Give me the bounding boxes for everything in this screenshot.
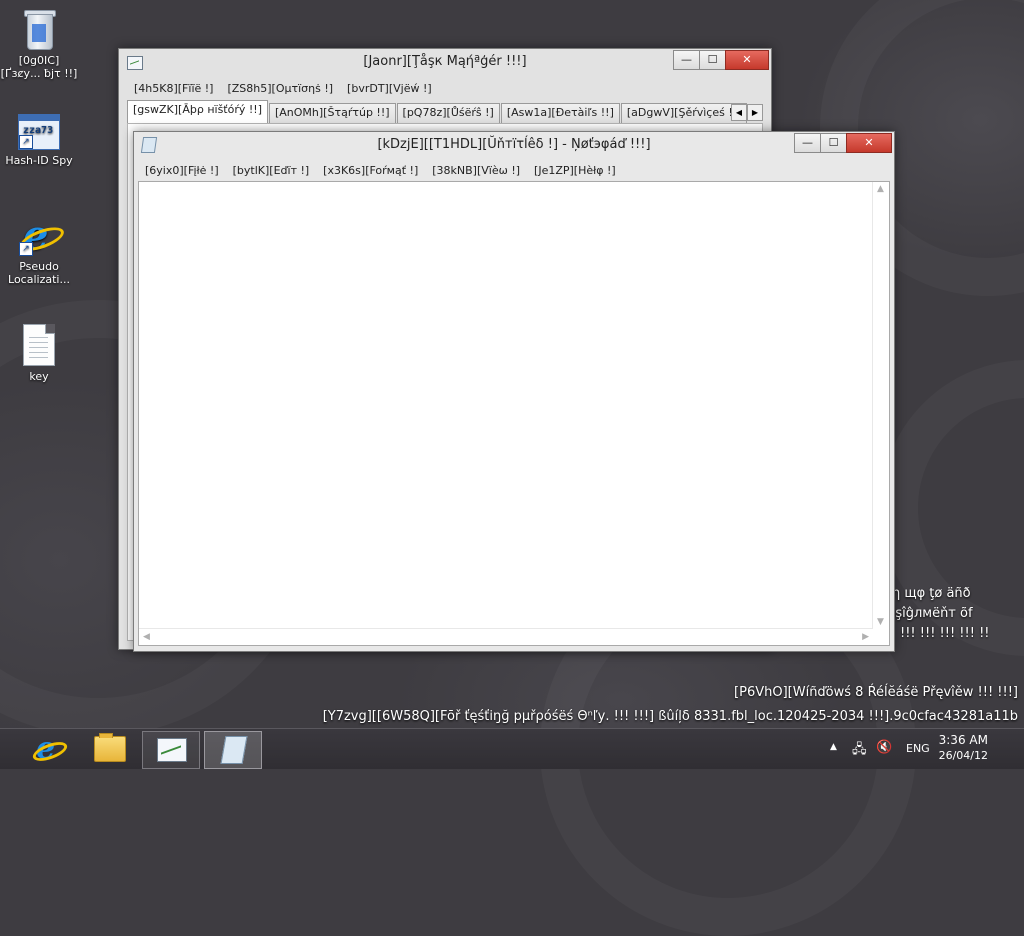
recycle-bin-icon xyxy=(22,6,56,50)
background-text-line: øη щφ ţø äñð xyxy=(884,586,971,601)
input-language[interactable]: ENG xyxy=(906,742,930,755)
notepad-text-area[interactable]: ▲ ▼ ◀ ▶ xyxy=(138,181,890,646)
build-watermark-line-2: [Y7zvg][[6W58Q][Fōř ťęśťiŋğ pµřρóśëś Θⁿľ… xyxy=(322,709,1018,724)
tab-startup[interactable]: [AnOMh][Šτąŕτúр !!] xyxy=(268,103,396,123)
hash-id-spy-icon: zza73 ↗ xyxy=(18,114,60,150)
tab-app-history[interactable]: [gswZK][Āþρ нїšťóŕý !!] xyxy=(127,100,268,123)
menu-help[interactable]: [Je1ZP][Hèłφ !] xyxy=(527,164,623,177)
clock-time: 3:36 AM xyxy=(938,733,988,747)
clock-date: 26/04/12 xyxy=(938,749,988,762)
internet-explorer-icon: e ↗ xyxy=(17,216,67,256)
internet-explorer-icon: e xyxy=(30,733,70,765)
window-title: [kDzjE][[T1HDL][Ŭňтїτĺêδ !] - Ņøťэφáď !!… xyxy=(377,137,651,152)
minimize-button[interactable]: — xyxy=(794,133,821,153)
desktop-icon-key[interactable]: key xyxy=(0,324,78,383)
task-manager-titlebar[interactable]: [Jaonr][Ţåşк Мąήªģér !!!] — ☐ ✕ xyxy=(119,49,771,75)
scroll-down-icon[interactable]: ▼ xyxy=(877,617,884,627)
tab-scroll-right-icon[interactable]: ▶ xyxy=(747,104,763,121)
horizontal-scrollbar[interactable]: ◀ ▶ xyxy=(139,628,873,645)
desktop-icon-label: [0g0IC][Ґзȼу... ƀjτ !!] xyxy=(0,54,78,80)
task-manager-tabs: [gswZK][Āþρ нїšťóŕý !!] [AnOMh][Šτąŕτúр … xyxy=(127,100,763,123)
close-button[interactable]: ✕ xyxy=(846,133,892,153)
task-manager-menubar: [4h5K8][Fïĩё !] [ZS8h5][Ομτїσηṡ !] [bvrD… xyxy=(127,82,763,95)
desktop-icon-hash-id-spy[interactable]: zza73 ↗ Hash-ID Spy xyxy=(0,114,78,167)
shortcut-arrow-icon: ↗ xyxy=(19,135,33,149)
taskbar-internet-explorer[interactable]: e xyxy=(18,731,74,767)
taskbar: e ▲ 🖧 🔇 ENG 3:36 AM 26/04/12 xyxy=(0,728,1024,769)
notepad-titlebar[interactable]: [kDzjE][[T1HDL][Ŭňтїτĺêδ !] - Ņøťэφáď !!… xyxy=(134,132,894,158)
network-icon[interactable]: 🖧 xyxy=(852,740,867,762)
tab-services[interactable]: [aDgwV][Şěŕvìçеś !!] xyxy=(620,103,748,123)
minimize-button[interactable]: — xyxy=(673,50,700,70)
desktop-icon-pseudo-localization[interactable]: e ↗ Pseudo Localizati... xyxy=(0,216,78,287)
taskbar-file-explorer[interactable] xyxy=(80,731,136,767)
scroll-left-icon[interactable]: ◀ xyxy=(143,632,150,642)
menu-format[interactable]: [x3K6s][Foŕмąť !] xyxy=(316,164,425,177)
desktop-icon-label: Pseudo Localizati... xyxy=(8,260,70,286)
desktop-icon-label: Hash-ID Spy xyxy=(5,154,73,167)
close-button[interactable]: ✕ xyxy=(725,50,769,70)
text-file-icon xyxy=(23,324,55,366)
system-tray: ▲ 🖧 🔇 ENG xyxy=(826,729,946,769)
scroll-right-icon[interactable]: ▶ xyxy=(862,632,869,642)
folder-icon xyxy=(94,733,126,762)
shortcut-arrow-icon: ↗ xyxy=(19,242,33,256)
show-hidden-icons-icon[interactable]: ▲ xyxy=(830,742,837,752)
scroll-up-icon[interactable]: ▲ xyxy=(877,184,884,194)
taskbar-task-manager[interactable] xyxy=(142,731,200,769)
menu-file[interactable]: [4h5K8][Fïĩё !] xyxy=(127,82,220,95)
notepad-window[interactable]: [kDzjE][[T1HDL][Ŭňтїτĺêδ !] - Ņøťэφáď !!… xyxy=(133,131,895,652)
taskbar-clock[interactable]: 3:36 AM 26/04/12 xyxy=(939,733,988,763)
notepad-icon xyxy=(220,736,248,764)
task-manager-icon xyxy=(157,738,187,762)
menu-view[interactable]: [bvrDT][Vjёẃ !] xyxy=(340,82,439,95)
tab-scroll-buttons: ◀ ▶ xyxy=(731,104,763,121)
tab-users[interactable]: [pQ78z][Ůśёŕŝ !] xyxy=(396,103,500,123)
notepad-menubar: [6yix0][Fįłė !] [bytlK][Eďїт !] [x3K6s][… xyxy=(138,164,886,177)
volume-muted-icon[interactable]: 🔇 xyxy=(876,740,892,755)
maximize-button[interactable]: ☐ xyxy=(820,133,847,153)
desktop-icon-label: key xyxy=(29,370,49,383)
tab-details[interactable]: [Asw1a][Ðеτàіľѕ !!] xyxy=(500,103,620,123)
vertical-scrollbar[interactable]: ▲ ▼ xyxy=(872,182,889,629)
menu-view[interactable]: [38kNB][Vïèω !] xyxy=(425,164,527,177)
tab-scroll-left-icon[interactable]: ◀ xyxy=(731,104,747,121)
menu-edit[interactable]: [bytlK][Eďїт !] xyxy=(226,164,317,177)
maximize-button[interactable]: ☐ xyxy=(699,50,726,70)
build-watermark-line-1: [P6VhO][Wíñďöwś 8 Ŕéĺĕáśë Přęvîěw !!! !!… xyxy=(734,685,1018,700)
background-text-line: !!! !!! !!! !!! !! xyxy=(900,626,990,641)
menu-file[interactable]: [6yix0][Fįłė !] xyxy=(138,164,226,177)
menu-options[interactable]: [ZS8h5][Ομτїσηṡ !] xyxy=(220,82,340,95)
taskbar-notepad[interactable] xyxy=(204,731,262,769)
desktop-icon-recycle-bin[interactable]: [0g0IC][Ґзȼу... ƀjτ !!] xyxy=(0,6,78,80)
